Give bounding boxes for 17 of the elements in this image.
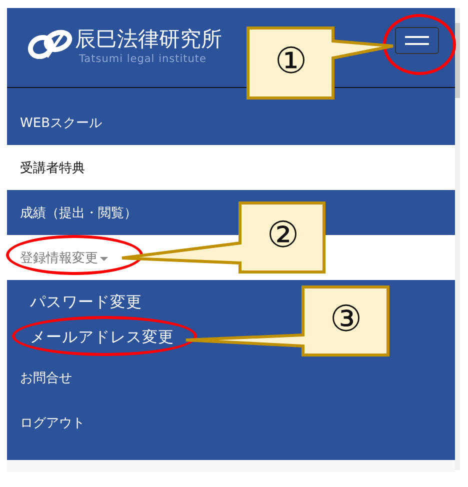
callout-number: ③ [328,298,364,342]
menu-item[interactable]: ログアウト [20,414,85,432]
logo-icon [27,27,73,61]
scrollbar[interactable] [455,8,460,470]
callout-number: ① [274,40,308,84]
menu-item[interactable]: 受講者特典 [20,158,85,176]
dropdown-menu-item[interactable]: 登録情報変更 [20,248,108,266]
callout-number: ② [266,214,300,258]
submenu-item[interactable]: パスワード変更 [30,292,142,313]
menu-item[interactable]: WEBスクール [20,114,102,132]
logo-title: 辰巳法律研究所 [75,26,222,53]
caret-icon [100,256,108,260]
menu-item[interactable]: 成績（提出・閲覧） [20,204,137,222]
logo-subtitle: Tatsumi legal institute [79,53,208,66]
submenu-item[interactable]: メールアドレス変更 [30,327,174,348]
menu-button[interactable] [395,27,439,54]
menu-item[interactable]: お問合せ [20,368,72,386]
